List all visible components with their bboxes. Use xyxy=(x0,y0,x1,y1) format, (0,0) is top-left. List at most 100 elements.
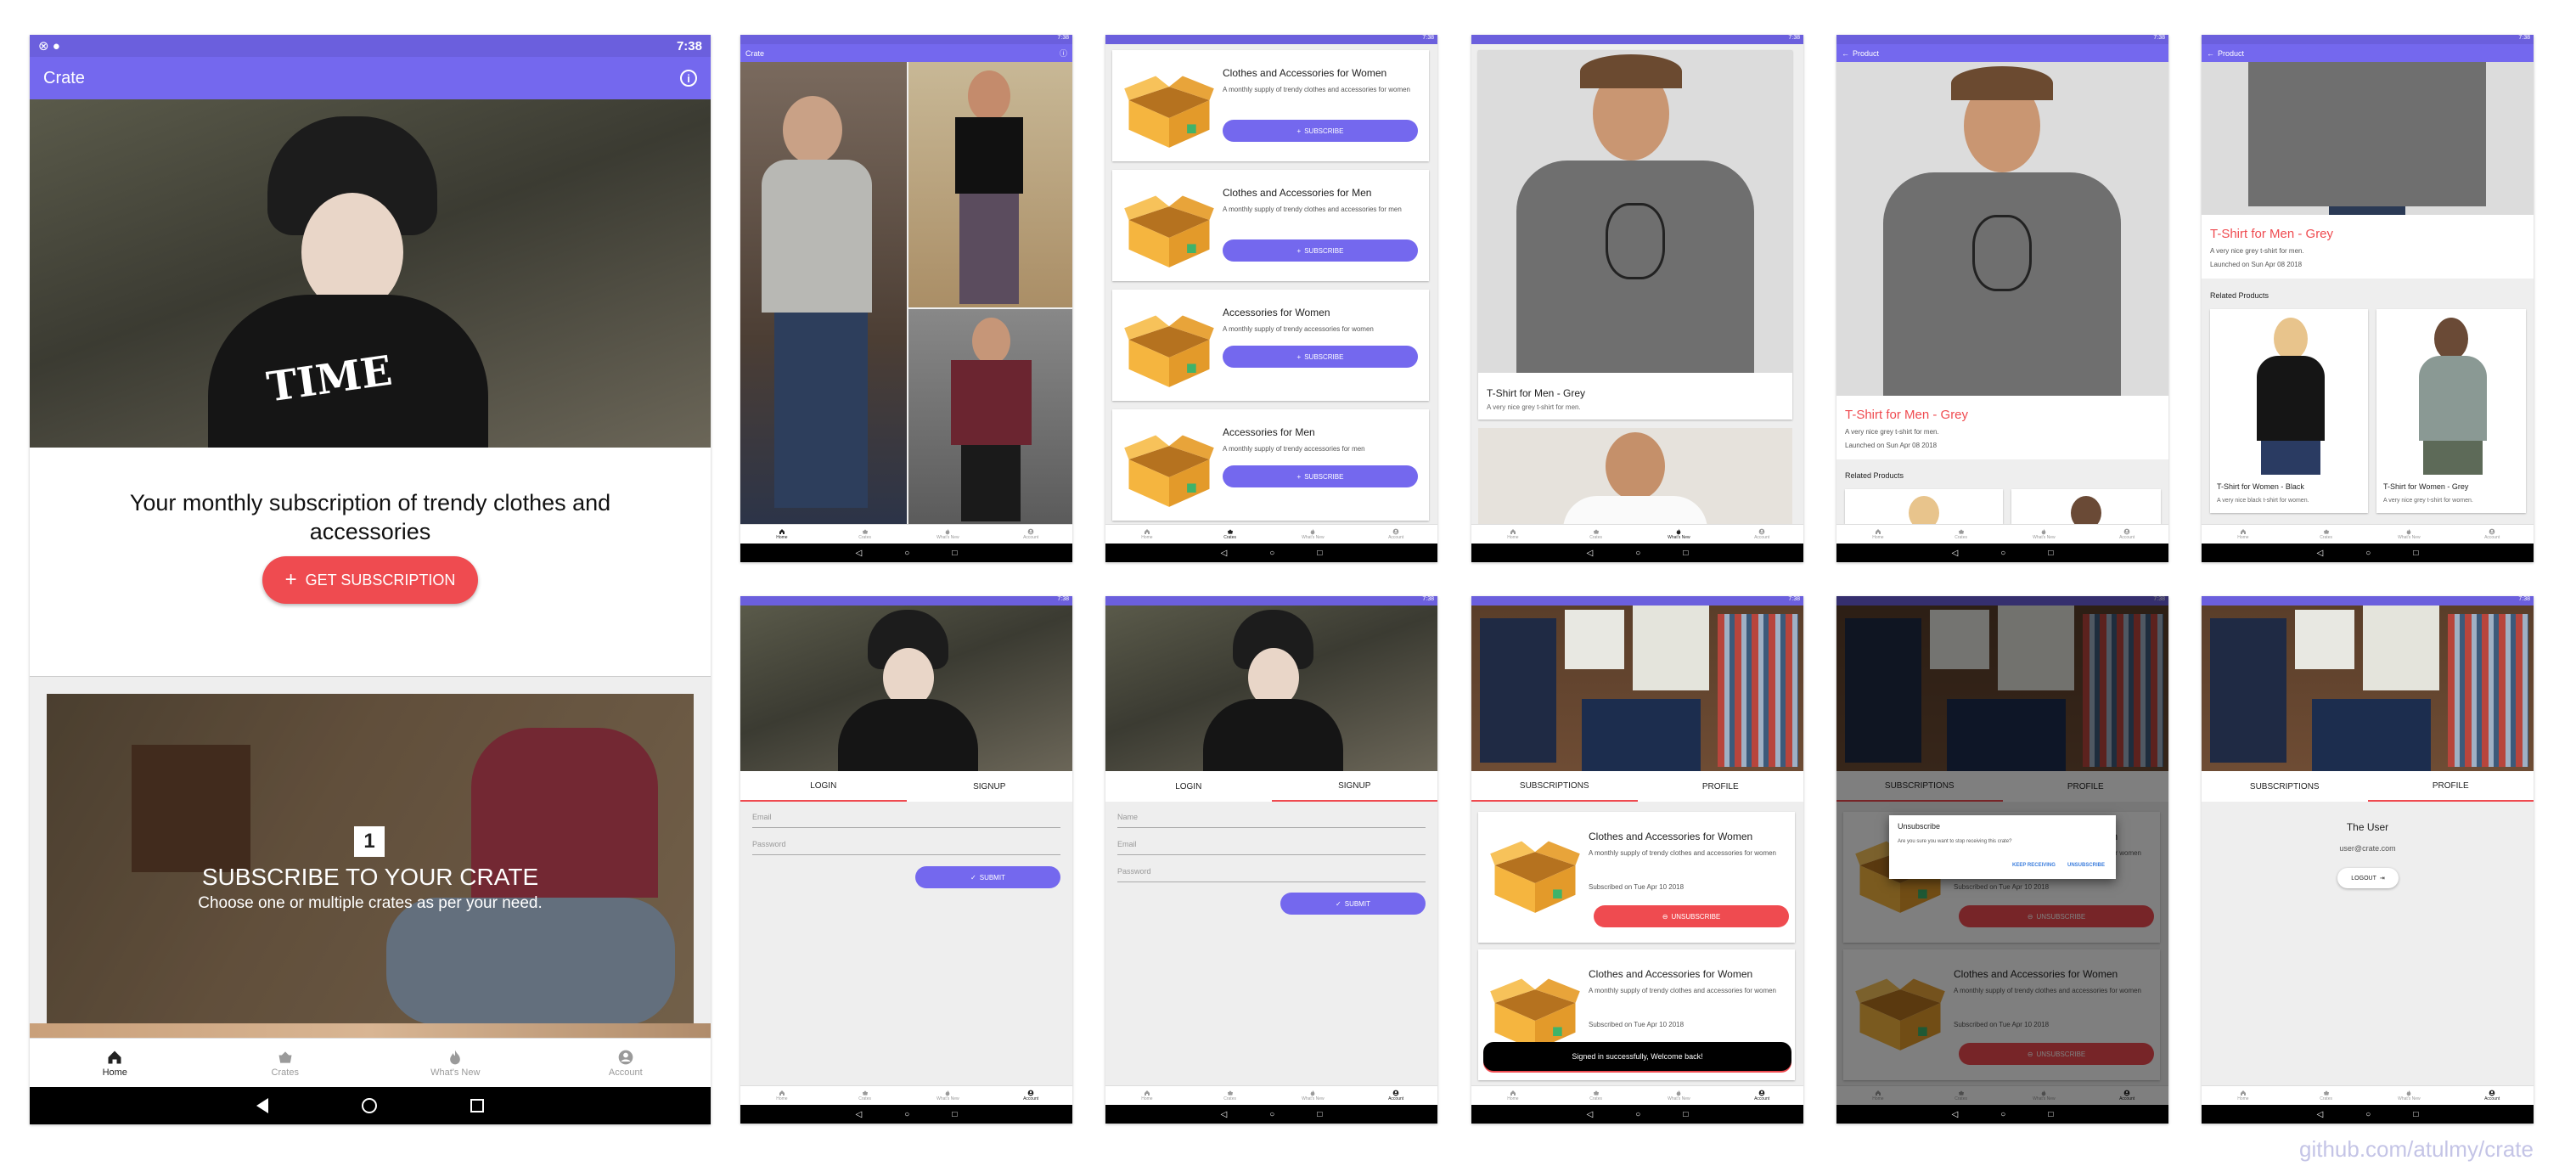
nav-crates[interactable]: Crates xyxy=(824,1086,907,1105)
back-icon[interactable]: ◁ xyxy=(1587,549,1594,558)
recents-icon[interactable]: □ xyxy=(952,1110,957,1119)
home-circle-icon[interactable]: ○ xyxy=(1269,1110,1274,1119)
nav-home[interactable]: Home xyxy=(1471,1086,1555,1105)
recents-icon[interactable]: □ xyxy=(1317,549,1322,558)
info-icon[interactable]: i xyxy=(680,70,697,87)
nav-account[interactable]: Account xyxy=(2450,1086,2534,1105)
back-icon[interactable]: ◁ xyxy=(856,549,863,558)
nav-account[interactable]: Account xyxy=(2085,525,2168,544)
home-circle-icon[interactable]: ○ xyxy=(1635,1110,1640,1119)
recents-icon[interactable]: □ xyxy=(2048,549,2053,558)
info-icon[interactable]: ⓘ xyxy=(1060,48,1067,59)
password-field[interactable]: Password xyxy=(752,840,1060,855)
unsubscribe-button[interactable]: ⊖UNSUBSCRIBE xyxy=(1594,905,1789,927)
nav-crates[interactable]: Crates xyxy=(2285,1086,2368,1105)
subscribe-button[interactable]: + SUBSCRIBE xyxy=(1223,346,1418,368)
tab-signup[interactable]: SIGNUP xyxy=(907,771,1073,802)
email-field[interactable]: Email xyxy=(1117,840,1426,855)
subscribe-button[interactable]: + SUBSCRIBE xyxy=(1223,120,1418,142)
back-icon[interactable]: ◁ xyxy=(1221,549,1228,558)
nav-home[interactable]: Home xyxy=(2202,525,2285,544)
nav-account[interactable]: Account xyxy=(989,1086,1072,1105)
subscribe-button[interactable]: + SUBSCRIBE xyxy=(1223,465,1418,487)
nav-whats-new[interactable]: What's New xyxy=(1272,525,1355,544)
nav-whats-new[interactable]: What's New xyxy=(370,1039,541,1087)
nav-whats-new[interactable]: What's New xyxy=(907,1086,990,1105)
nav-whats-new[interactable]: What's New xyxy=(1638,525,1721,544)
recents-icon[interactable]: □ xyxy=(1683,549,1688,558)
nav-crates[interactable]: Crates xyxy=(1555,1086,1638,1105)
recents-icon[interactable]: □ xyxy=(1683,1110,1688,1119)
back-icon[interactable]: ◁ xyxy=(2317,549,2324,558)
nav-whats-new[interactable]: What's New xyxy=(1638,1086,1721,1105)
name-field[interactable]: Name xyxy=(1117,813,1426,828)
recents-icon[interactable]: □ xyxy=(1317,1110,1322,1119)
recents-icon[interactable]: □ xyxy=(2413,1110,2418,1119)
nav-account[interactable]: Account xyxy=(541,1039,711,1087)
nav-whats-new[interactable]: What's New xyxy=(1272,1086,1355,1105)
home-circle-icon[interactable]: ○ xyxy=(1269,549,1274,558)
subscribe-button[interactable]: + SUBSCRIBE xyxy=(1223,239,1418,262)
nav-whats-new[interactable]: What's New xyxy=(907,525,990,544)
nav-crates[interactable]: Crates xyxy=(1189,1086,1272,1105)
home-circle-icon[interactable]: ○ xyxy=(904,1110,909,1119)
product-card[interactable]: T-Shirt for Men - Grey A very nice grey … xyxy=(1478,50,1792,420)
nav-crates[interactable]: Crates xyxy=(1189,525,1272,544)
back-icon[interactable]: ◁ xyxy=(1587,1110,1594,1119)
home-circle-icon[interactable]: ○ xyxy=(904,549,909,558)
password-field[interactable]: Password xyxy=(1117,867,1426,882)
tab-login[interactable]: LOGIN xyxy=(1105,771,1272,802)
nav-home[interactable]: Home xyxy=(1105,1086,1189,1105)
nav-crates[interactable]: Crates xyxy=(1555,525,1638,544)
tab-signup[interactable]: SIGNUP xyxy=(1271,771,1437,802)
recents-icon[interactable]: □ xyxy=(2413,549,2418,558)
get-subscription-button[interactable]: + GET SUBSCRIPTION xyxy=(262,556,478,604)
nav-account[interactable]: Account xyxy=(1720,1086,1803,1105)
submit-button[interactable]: ✓ SUBMIT xyxy=(915,866,1060,888)
home-circle-icon[interactable]: ○ xyxy=(2000,549,2005,558)
home-circle-icon[interactable]: ○ xyxy=(2000,1110,2005,1119)
recents-icon[interactable]: □ xyxy=(952,549,957,558)
related-product-card[interactable] xyxy=(1845,489,2003,524)
back-icon[interactable]: ◁ xyxy=(1952,1110,1959,1119)
nav-home[interactable]: Home xyxy=(2202,1086,2285,1105)
nav-account[interactable]: Account xyxy=(1354,1086,1437,1105)
logout-button[interactable]: LOGOUT ⇥ xyxy=(2337,868,2399,888)
nav-account[interactable]: Account xyxy=(989,525,1072,544)
back-arrow-icon[interactable]: ← xyxy=(2207,49,2214,58)
tab-login[interactable]: LOGIN xyxy=(740,771,907,802)
nav-home[interactable]: Home xyxy=(740,1086,824,1105)
home-circle-icon[interactable]: ○ xyxy=(1635,549,1640,558)
nav-whats-new[interactable]: What's New xyxy=(2368,525,2451,544)
nav-home[interactable]: Home xyxy=(1105,525,1189,544)
tab-profile[interactable]: PROFILE xyxy=(2367,771,2534,802)
nav-home[interactable]: Home xyxy=(740,525,824,544)
nav-home[interactable]: Home xyxy=(1836,525,1920,544)
keep-receiving-button[interactable]: KEEP RECEIVING xyxy=(2012,863,2056,868)
nav-whats-new[interactable]: What's New xyxy=(2368,1086,2451,1105)
home-circle-icon[interactable]: ○ xyxy=(2365,549,2371,558)
nav-crates[interactable]: Crates xyxy=(2285,525,2368,544)
nav-crates[interactable]: Crates xyxy=(824,525,907,544)
back-icon[interactable]: ◁ xyxy=(856,1110,863,1119)
submit-button[interactable]: ✓ SUBMIT xyxy=(1280,893,1426,915)
nav-crates[interactable]: Crates xyxy=(1920,525,2003,544)
tab-subscriptions[interactable]: SUBSCRIPTIONS xyxy=(1471,771,1638,802)
related-product-card[interactable]: T-Shirt for Women - Black A very nice bl… xyxy=(2210,309,2368,513)
nav-whats-new[interactable]: What's New xyxy=(2003,525,2086,544)
nav-home[interactable]: Home xyxy=(1471,525,1555,544)
back-icon[interactable]: ◁ xyxy=(1221,1110,1228,1119)
dialog-unsubscribe-button[interactable]: UNSUBSCRIBE xyxy=(2067,863,2105,868)
recents-icon[interactable]: □ xyxy=(2048,1110,2053,1119)
nav-account[interactable]: Account xyxy=(1354,525,1437,544)
email-field[interactable]: Email xyxy=(752,813,1060,828)
related-product-card[interactable] xyxy=(2011,489,2161,524)
nav-crates[interactable]: Crates xyxy=(200,1039,371,1087)
home-circle-icon[interactable] xyxy=(362,1098,377,1113)
recents-icon[interactable] xyxy=(470,1099,484,1112)
related-product-card[interactable]: T-Shirt for Women - Grey A very nice gre… xyxy=(2376,309,2526,513)
back-icon[interactable]: ◁ xyxy=(1952,549,1959,558)
nav-home[interactable]: Home xyxy=(30,1039,200,1087)
back-icon[interactable] xyxy=(256,1098,268,1113)
tab-subscriptions[interactable]: SUBSCRIPTIONS xyxy=(2202,771,2368,802)
